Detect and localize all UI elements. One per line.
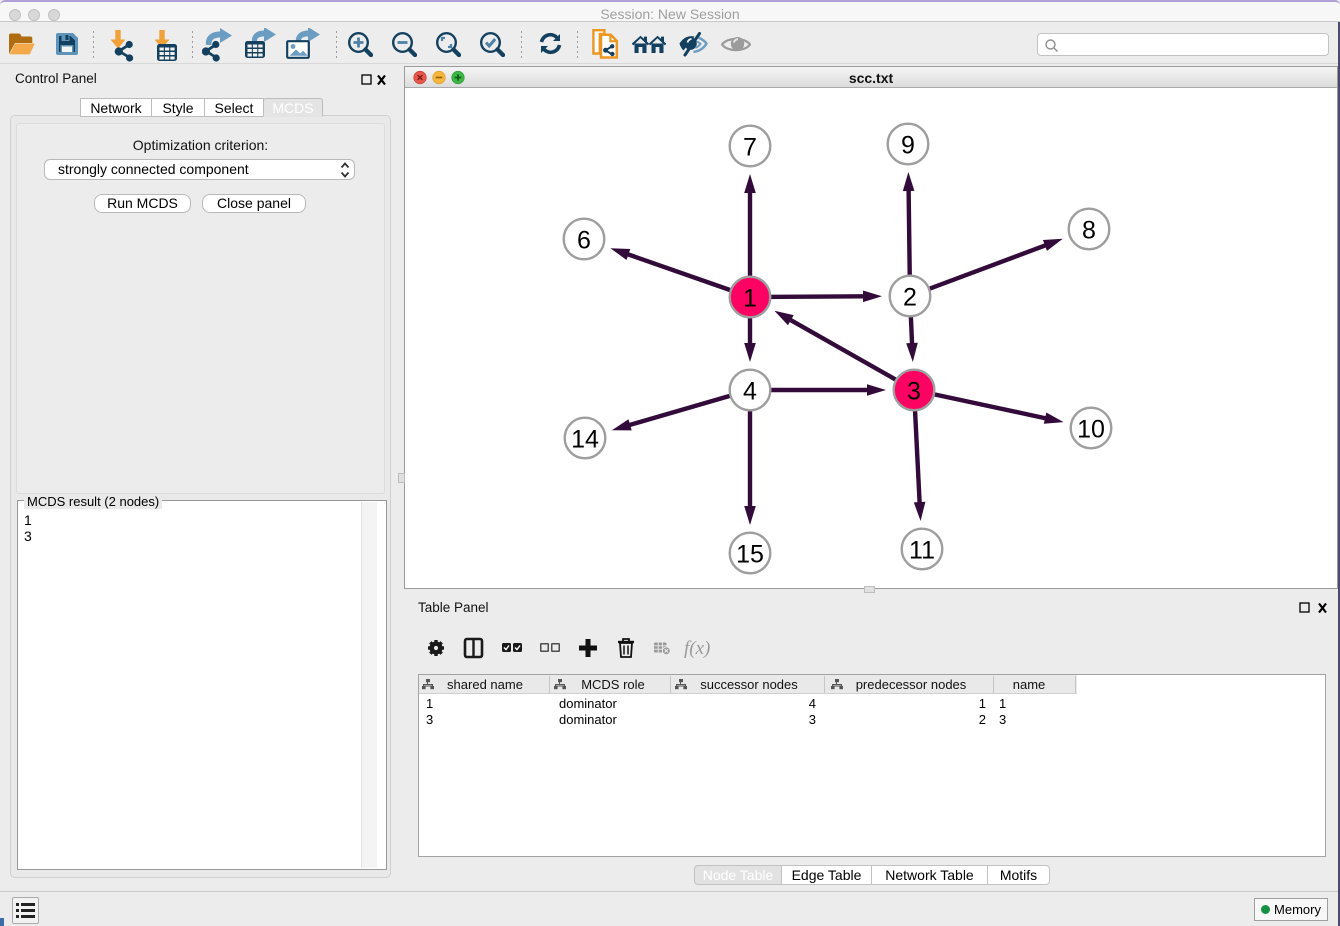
svg-text:4: 4 [743,378,757,406]
svg-text:successor nodes: successor nodes [700,677,798,692]
svg-text:3: 3 [907,378,921,406]
svg-text:14: 14 [571,426,599,454]
svg-text:shared name: shared name [447,677,523,692]
svg-text:8: 8 [1082,217,1096,245]
svg-text:15: 15 [736,541,764,569]
svg-text:f(x): f(x) [684,638,710,659]
svg-text:MCDS role: MCDS role [581,677,645,692]
svg-text:name: name [1013,677,1046,692]
svg-text:9: 9 [901,132,915,160]
svg-text:11: 11 [909,537,935,565]
svg-text:6: 6 [577,227,591,255]
svg-text:7: 7 [743,134,757,162]
svg-text:2: 2 [903,284,917,312]
svg-text:predecessor nodes: predecessor nodes [856,677,967,692]
svg-text:10: 10 [1077,416,1105,444]
svg-text:1: 1 [743,285,757,313]
